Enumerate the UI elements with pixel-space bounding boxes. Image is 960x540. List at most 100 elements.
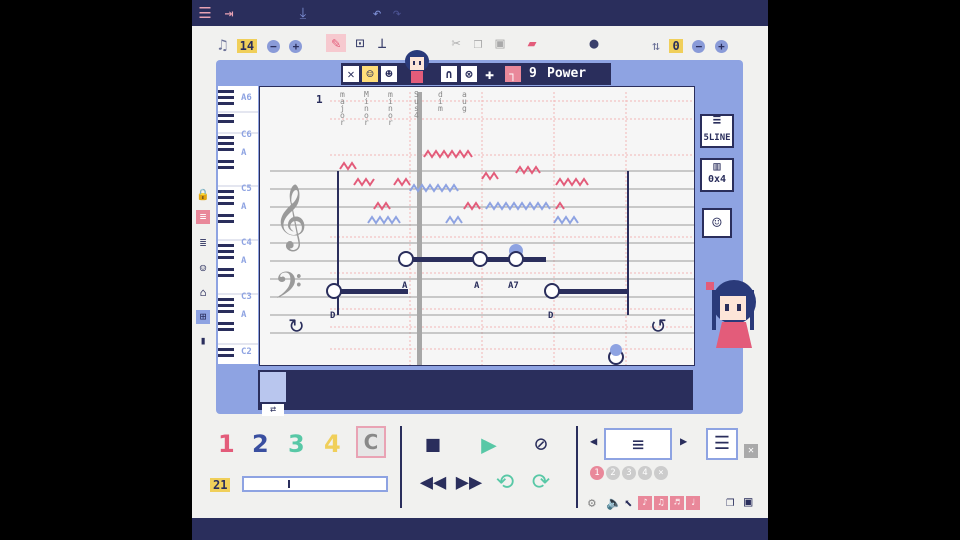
- download-icon[interactable]: ⤓: [294, 4, 312, 22]
- channel-3-icon[interactable]: 3: [622, 466, 636, 480]
- face-icon[interactable]: ☺: [362, 66, 378, 82]
- channel-2-icon[interactable]: 2: [606, 466, 620, 480]
- next-icon[interactable]: ▶: [680, 434, 687, 448]
- position-display: 21: [210, 474, 231, 493]
- loop-marker-icon[interactable]: ⇄: [262, 404, 284, 416]
- key-label-a6: A6: [241, 93, 252, 103]
- stamp-icon[interactable]: ⊥: [372, 34, 392, 52]
- col-minor: Minor: [364, 91, 372, 127]
- redo-icon[interactable]: ↷: [388, 4, 406, 22]
- bass-label-d1: D: [330, 311, 336, 321]
- key-shift-control: ⇅ 0 − +: [652, 35, 728, 54]
- tempo-minus-button[interactable]: −: [266, 40, 280, 53]
- copy-icon[interactable]: ❐: [468, 34, 488, 52]
- pages-icon[interactable]: ❐: [726, 494, 734, 510]
- staff-lines-icon: ≡: [712, 112, 722, 128]
- play-button[interactable]: ▶: [474, 432, 504, 458]
- add-icon[interactable]: ✚: [485, 65, 494, 83]
- col-major: major: [340, 91, 348, 127]
- track-2-button[interactable]: 2: [252, 430, 269, 458]
- key-plus-button[interactable]: +: [714, 40, 728, 53]
- hat-icon[interactable]: ⌂: [196, 286, 210, 300]
- key-label-c4: C4: [241, 238, 252, 248]
- repeat-icon[interactable]: ⟲: [490, 470, 520, 496]
- rewind-icon[interactable]: ◀◀: [418, 470, 448, 496]
- slider-handle[interactable]: [288, 480, 290, 488]
- svg-text:𝄞: 𝄞: [274, 184, 307, 251]
- list-mode-button[interactable]: ☰: [706, 428, 738, 460]
- piano-keyboard[interactable]: A6 C6 A C5 A C4 A C3 A C2: [218, 86, 258, 364]
- bomb-icon[interactable]: ●: [584, 34, 604, 52]
- score-editor[interactable]: 𝄞 𝄢 ↻ ↺ 1 m a j o r M i n o r m i n o r …: [259, 86, 695, 366]
- track-list-icon[interactable]: ≣: [196, 236, 210, 250]
- instrument-2-icon[interactable]: ♫: [654, 496, 668, 510]
- menu-icon[interactable]: ☰: [196, 4, 214, 22]
- close-small-icon[interactable]: ✕: [744, 444, 758, 458]
- undo-icon[interactable]: ↶: [368, 4, 386, 22]
- prev-icon[interactable]: ◀: [590, 434, 597, 448]
- track-3-button[interactable]: 3: [288, 430, 305, 458]
- song-timeline[interactable]: ⇄: [258, 370, 693, 416]
- chord-header: ✕ ☺ ☻ ∩ ⊗ ✚ ┐ 9 Power: [341, 63, 611, 85]
- select-icon[interactable]: ⊡: [350, 34, 370, 52]
- paste-icon[interactable]: ▣: [490, 34, 510, 52]
- grid-mode-label: 0x4: [707, 174, 727, 185]
- channel-4-icon[interactable]: 4: [638, 466, 652, 480]
- arch-icon[interactable]: ∩: [441, 66, 457, 82]
- track-c-button[interactable]: C: [356, 426, 386, 458]
- svg-text:𝄢: 𝄢: [274, 265, 302, 316]
- timeline-block[interactable]: [260, 372, 286, 402]
- fast-forward-icon[interactable]: ▶▶: [454, 470, 484, 496]
- svg-text:↺: ↺: [650, 314, 667, 338]
- chord-type-icon[interactable]: ┐: [505, 66, 521, 82]
- settings-icon[interactable]: ⚙: [588, 496, 596, 511]
- cursor-icon: ⬉: [624, 496, 633, 512]
- key-label-a: A: [241, 256, 247, 266]
- col-minor-r: r: [364, 118, 369, 127]
- face-mode-button[interactable]: ☺: [702, 208, 732, 238]
- speaker-icon[interactable]: ▮: [196, 334, 210, 348]
- col-dim-m: m: [438, 104, 443, 113]
- scissors-icon[interactable]: ✂: [446, 34, 466, 52]
- col-dim: dim: [438, 91, 446, 113]
- divider-2: [576, 426, 578, 508]
- face2-icon[interactable]: ☻: [381, 66, 397, 82]
- close-chord-icon[interactable]: ✕: [343, 66, 359, 82]
- no-loop-icon[interactable]: ⊘: [526, 432, 556, 458]
- volume-icon[interactable]: 🔈: [606, 496, 622, 511]
- instrument-4-icon[interactable]: ♩: [686, 496, 700, 510]
- track-pink-icon[interactable]: ≡: [196, 210, 210, 224]
- character-avatar-right: [706, 280, 756, 348]
- position-slider[interactable]: [242, 476, 388, 492]
- channel-x-icon[interactable]: ×: [654, 466, 668, 480]
- instrument-1-icon[interactable]: ♪: [638, 496, 652, 510]
- export-icon[interactable]: ⇥: [220, 4, 238, 22]
- shift-icon: ⇅: [652, 39, 660, 54]
- track-1-button[interactable]: 1: [218, 430, 235, 458]
- svg-text:↻: ↻: [288, 314, 305, 338]
- key-label-c5: C5: [241, 184, 252, 194]
- chord-name: Power: [547, 66, 587, 81]
- track-4-button[interactable]: 4: [324, 430, 341, 458]
- repeat-off-icon[interactable]: ⟳: [526, 470, 556, 496]
- drum-icon[interactable]: ⊞: [196, 310, 210, 324]
- list-view-button[interactable]: ≡: [604, 428, 672, 460]
- measure-number: 1: [316, 93, 323, 106]
- col-sus4-4: 4: [414, 111, 419, 120]
- lock-icon[interactable]: 🔒: [196, 188, 210, 202]
- channel-1-icon[interactable]: 1: [590, 466, 604, 480]
- stop-button[interactable]: ■: [418, 432, 448, 458]
- staff-mode-button[interactable]: ≡ 5LINE: [700, 112, 734, 148]
- cross-face-icon[interactable]: ⊗: [461, 66, 477, 82]
- smile-icon[interactable]: ☺: [196, 262, 210, 276]
- instrument-3-icon[interactable]: ♬: [670, 496, 684, 510]
- eraser-icon[interactable]: ▰: [522, 34, 542, 52]
- col-minor2-r: r: [388, 118, 393, 127]
- col-minor2: minor: [388, 91, 396, 127]
- tempo-control: ♫ 14 − +: [218, 35, 303, 54]
- tempo-plus-button[interactable]: +: [289, 40, 303, 53]
- key-minus-button[interactable]: −: [692, 40, 706, 53]
- pages2-icon[interactable]: ▣: [744, 494, 752, 510]
- pencil-icon[interactable]: ✎: [326, 34, 346, 52]
- grid-mode-button[interactable]: ▥ 0x4: [700, 158, 734, 192]
